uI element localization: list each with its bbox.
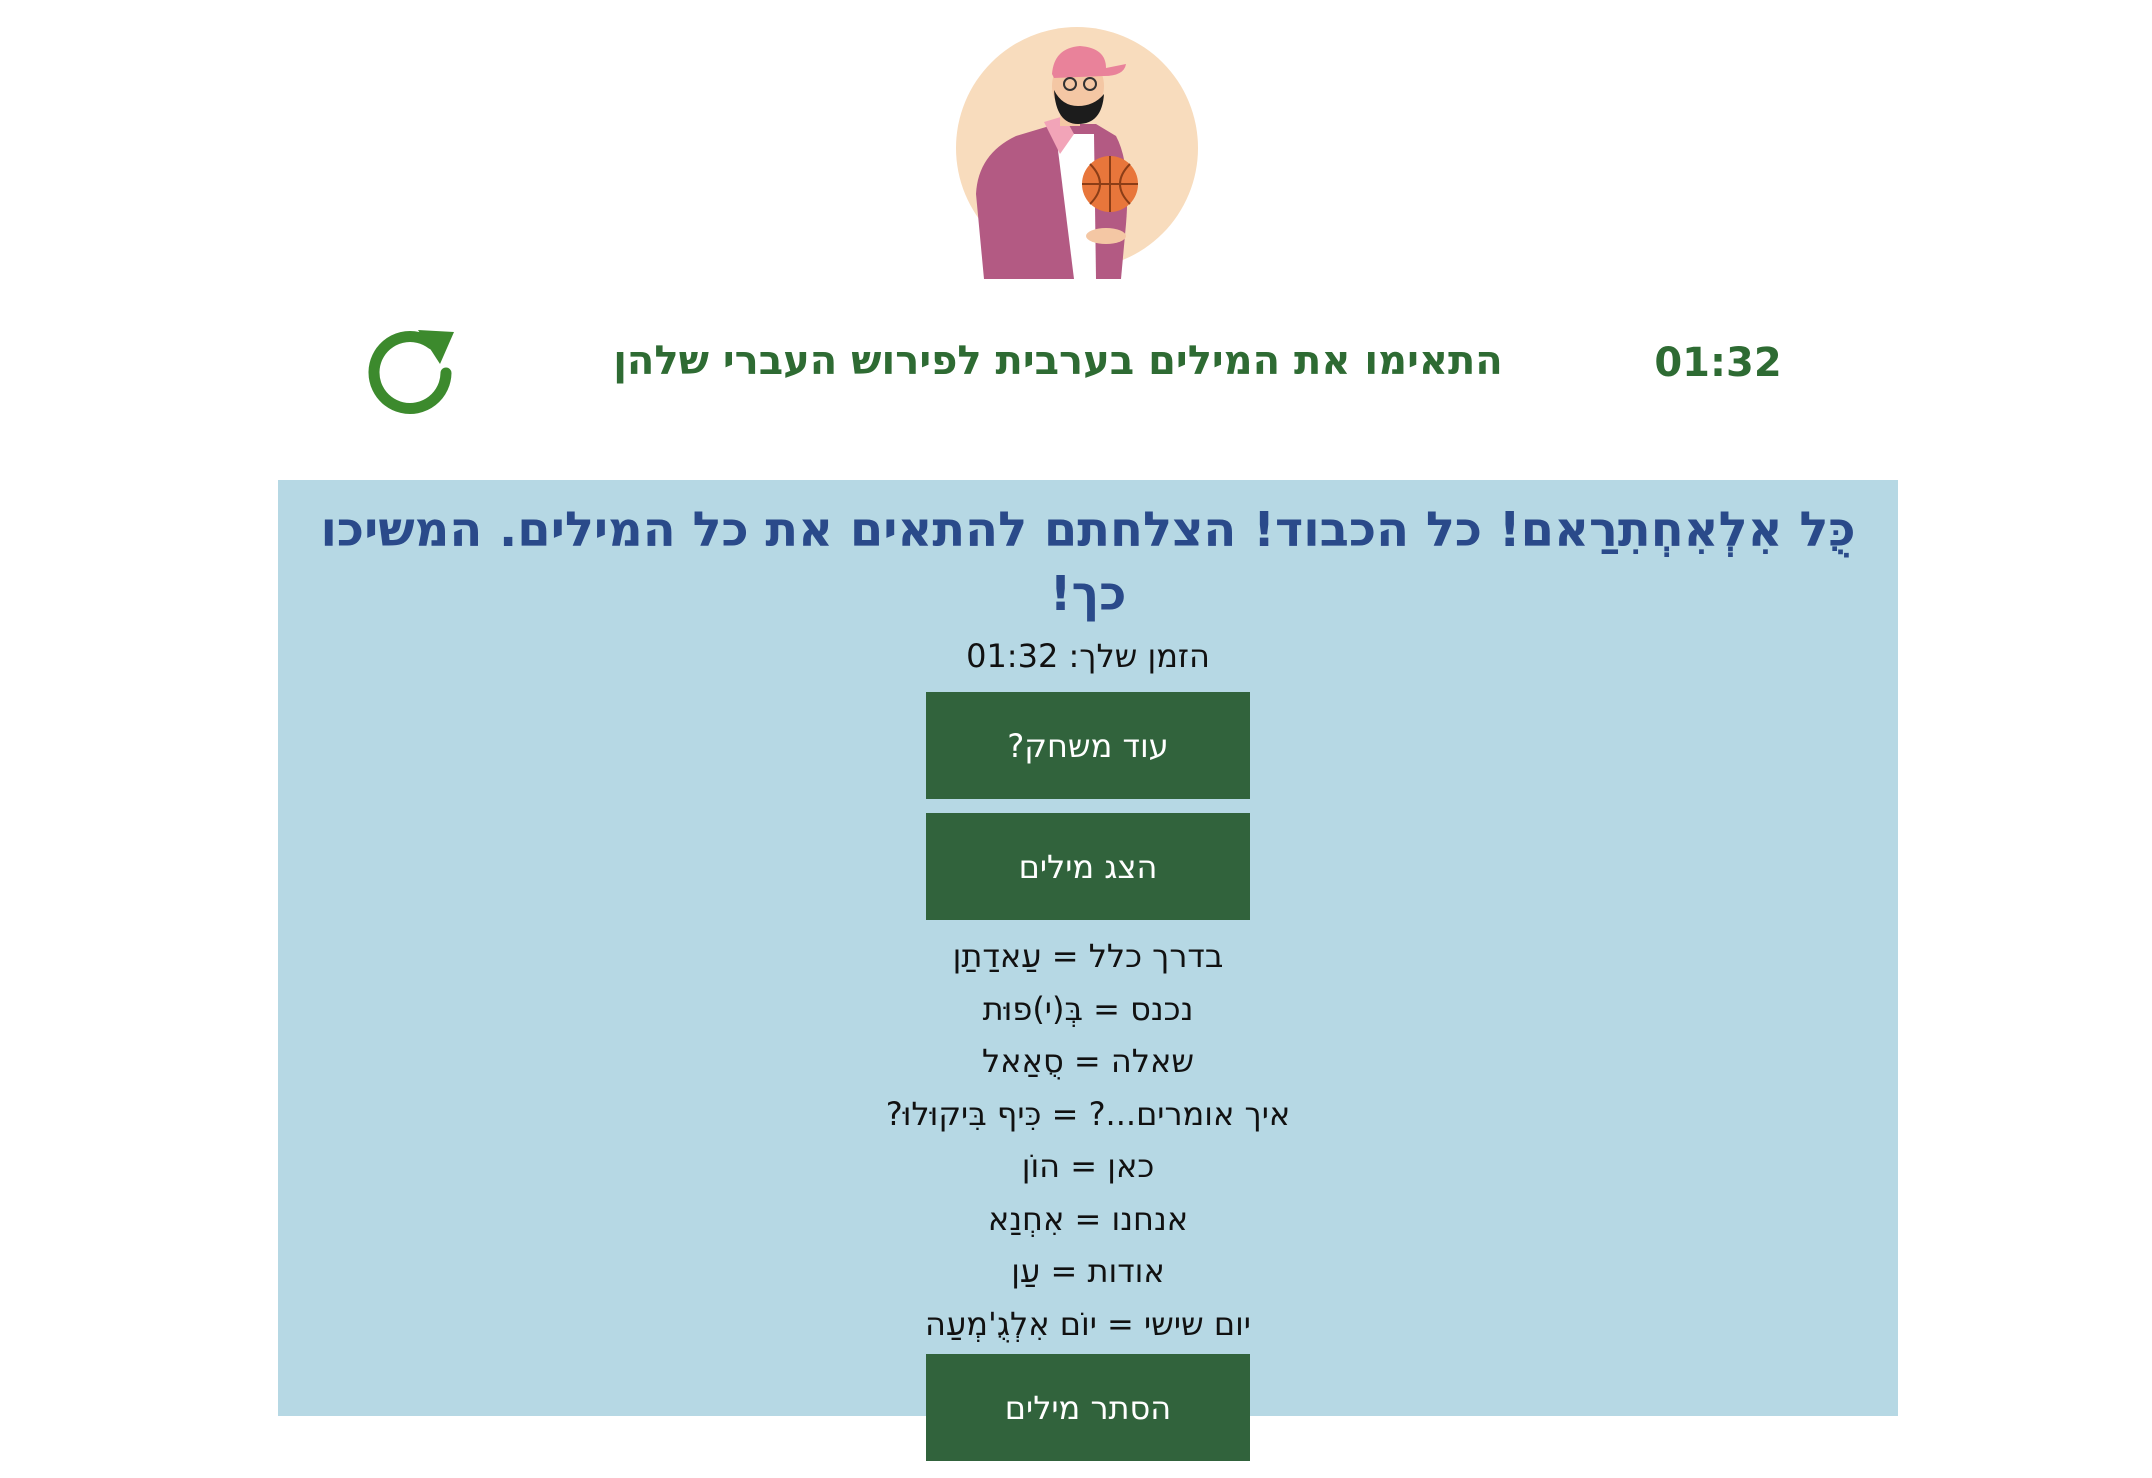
header-row: התאימו את המילים בערבית לפירוש העברי שלה… xyxy=(278,318,1878,438)
hide-words-button[interactable]: הסתר מילים xyxy=(926,1354,1250,1461)
play-again-button[interactable]: עוד משחק? xyxy=(926,692,1250,799)
page: התאימו את המילים בערבית לפירוש העברי שלה… xyxy=(0,0,2152,1478)
word-pair: נכנס = בְּ(י)פוּת xyxy=(982,989,1194,1028)
result-panel-content: כֻּל אִלְאִחְתִרַאם! כל הכבוד! הצלחתם לה… xyxy=(278,498,1898,1461)
timer: 01:32 xyxy=(1654,340,1782,386)
word-pair: אודות = עַן xyxy=(1011,1252,1165,1290)
word-pair: אנחנו = אִחְנַא xyxy=(987,1199,1189,1238)
congrats-message: כֻּל אִלְאִחְתִרַאם! כל הכבוד! הצלחתם לה… xyxy=(320,502,1856,622)
word-pair: שאלה = סֻאַאל xyxy=(981,1042,1195,1080)
reload-icon[interactable] xyxy=(356,318,466,428)
word-pair: יום שישי = יוֹם אִלְגֻ'מְעַה xyxy=(925,1304,1251,1343)
avatar-basketball-man-icon xyxy=(956,24,1199,279)
show-words-button[interactable]: הצג מילים xyxy=(926,813,1250,920)
result-panel: כֻּל אִלְאִחְתִרַאם! כל הכבוד! הצלחתם לה… xyxy=(278,480,1898,1461)
word-pair: כאן = הוֹן xyxy=(1021,1147,1155,1185)
word-pair: בדרך כלל = עַאדַתַן xyxy=(952,937,1224,975)
word-pair: איך אומרים...? = כִּיף בִּיקוּלוּ? xyxy=(885,1094,1291,1133)
instructions-title: התאימו את המילים בערבית לפירוש העברי שלה… xyxy=(613,338,1503,384)
words-list: בדרך כלל = עַאדַתַן נכנס = בְּ(י)פוּת שא… xyxy=(278,930,1898,1350)
final-time-text: הזמן שלך: 01:32 xyxy=(966,637,1210,675)
